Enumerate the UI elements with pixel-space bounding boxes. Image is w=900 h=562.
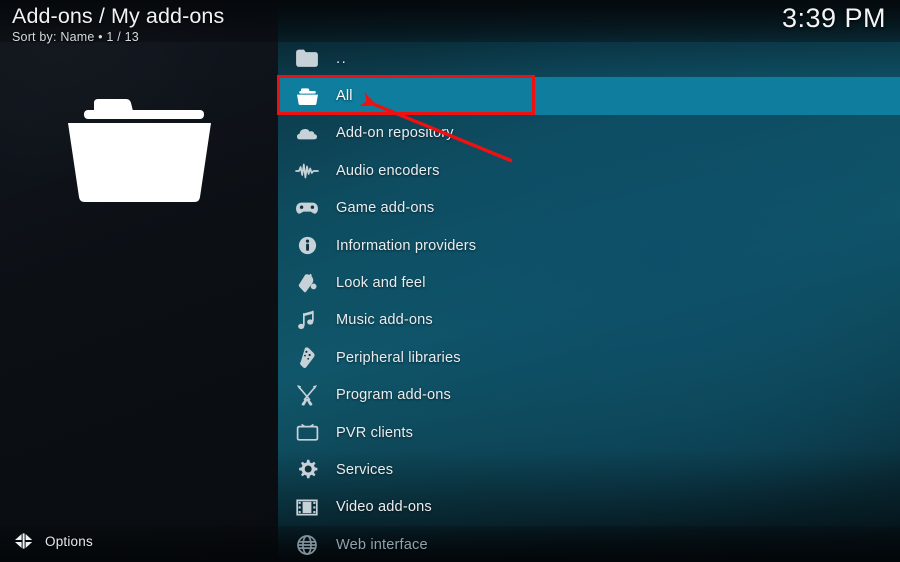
list-item-label: PVR clients — [336, 424, 414, 441]
breadcrumb-header: Add-ons / My add-ons Sort by: Name • 1 /… — [12, 4, 224, 44]
list-item[interactable]: .. — [278, 40, 900, 77]
list-item[interactable]: Audio encoders — [278, 152, 900, 189]
list-item-label: Music add-ons — [336, 312, 433, 329]
addon-category-list[interactable]: .. All Add-on repository Audio encoders … — [278, 40, 900, 562]
globe-icon — [292, 530, 322, 560]
list-item-label: Audio encoders — [336, 162, 440, 179]
list-item-label: .. — [336, 50, 348, 68]
gamepad-icon — [292, 193, 322, 223]
list-item[interactable]: Peripheral libraries — [278, 339, 900, 376]
clock: 3:39 PM — [781, 3, 886, 33]
page-title: Add-ons / My add-ons — [12, 4, 225, 28]
list-item[interactable]: Web interface — [278, 526, 900, 562]
left-info-panel — [0, 0, 278, 562]
list-item[interactable]: Program add-ons — [278, 377, 900, 414]
list-item[interactable]: All — [278, 77, 900, 115]
item-preview — [0, 95, 278, 265]
list-item-label: Game add-ons — [336, 200, 435, 217]
gear-icon — [292, 455, 322, 485]
list-item-label: Peripheral libraries — [336, 349, 461, 366]
list-item-label: Look and feel — [336, 275, 426, 292]
waveform-icon — [292, 156, 322, 186]
info-circle-icon — [292, 231, 322, 261]
list-item-label: Program add-ons — [336, 387, 452, 404]
list-item-label: Add-on repository — [336, 125, 454, 142]
list-item-label: All — [336, 88, 353, 105]
list-item-label: Web interface — [336, 536, 428, 553]
list-item[interactable]: Services — [278, 451, 900, 488]
tv-icon — [292, 418, 322, 448]
list-item[interactable]: Look and feel — [278, 264, 900, 301]
paint-bucket-icon — [292, 268, 322, 298]
folder-up-icon — [292, 44, 322, 74]
folder-icon — [0, 95, 278, 205]
list-item-label: Video add-ons — [336, 499, 432, 516]
folder-icon — [292, 81, 322, 111]
list-item[interactable]: Game add-ons — [278, 190, 900, 227]
list-item[interactable]: Music add-ons — [278, 302, 900, 339]
left-right-chevrons-icon — [12, 529, 36, 553]
list-item-label: Services — [336, 461, 394, 478]
list-item-label: Information providers — [336, 237, 477, 254]
options-button[interactable]: Options — [12, 529, 93, 553]
music-note-icon — [292, 305, 322, 335]
film-strip-icon — [292, 492, 322, 522]
list-item[interactable]: Video add-ons — [278, 489, 900, 526]
sort-status: Sort by: Name • 1 / 13 — [12, 30, 139, 44]
list-item[interactable]: Information providers — [278, 227, 900, 264]
list-item[interactable]: Add-on repository — [278, 115, 900, 152]
remote-control-icon — [292, 343, 322, 373]
options-label: Options — [45, 533, 93, 549]
list-item[interactable]: PVR clients — [278, 414, 900, 451]
cloud-icon — [292, 118, 322, 148]
tools-icon — [292, 380, 322, 410]
